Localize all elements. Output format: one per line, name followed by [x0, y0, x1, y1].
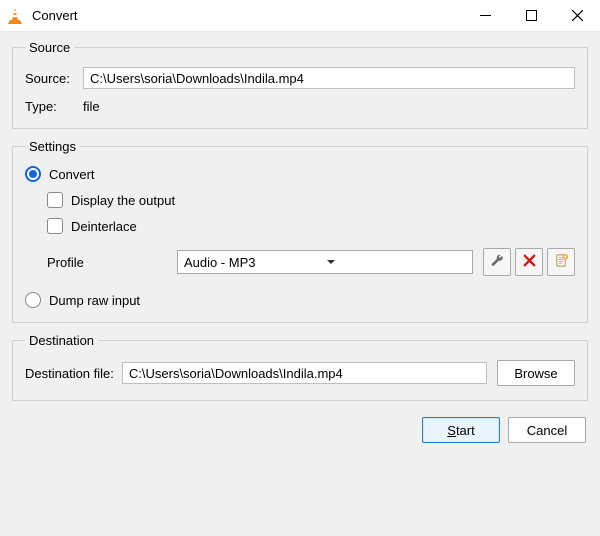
type-value: file [83, 99, 100, 114]
browse-button[interactable]: Browse [497, 360, 575, 386]
convert-radio-row[interactable]: Convert [25, 166, 575, 182]
convert-radio[interactable] [25, 166, 41, 182]
profile-select[interactable]: Audio - MP3 [177, 250, 473, 274]
source-label: Source: [25, 71, 83, 86]
chevron-down-icon [326, 255, 468, 270]
edit-profile-button[interactable] [483, 248, 511, 276]
delete-profile-button[interactable] [515, 248, 543, 276]
settings-group: Settings Convert Display the output Dein… [12, 139, 588, 323]
dialog-content: Source Source: Type: file Settings Conve… [0, 32, 600, 453]
titlebar: Convert [0, 0, 600, 32]
dump-raw-row[interactable]: Dump raw input [25, 292, 575, 308]
new-document-icon [554, 253, 569, 271]
dump-raw-radio[interactable] [25, 292, 41, 308]
source-legend: Source [25, 40, 74, 55]
close-button[interactable] [554, 0, 600, 32]
window-title: Convert [32, 8, 78, 23]
display-output-checkbox[interactable] [47, 192, 63, 208]
vlc-cone-icon [6, 7, 24, 25]
type-label: Type: [25, 99, 83, 114]
destination-file-label: Destination file: [25, 366, 114, 381]
profile-value: Audio - MP3 [184, 255, 326, 270]
close-icon [522, 253, 537, 271]
convert-label: Convert [49, 167, 95, 182]
wrench-icon [490, 253, 505, 271]
profile-label: Profile [47, 255, 177, 270]
dialog-footer: Start Cancel [12, 411, 588, 443]
minimize-button[interactable] [462, 0, 508, 32]
deinterlace-checkbox[interactable] [47, 218, 63, 234]
maximize-button[interactable] [508, 0, 554, 32]
cancel-button[interactable]: Cancel [508, 417, 586, 443]
new-profile-button[interactable] [547, 248, 575, 276]
display-output-label: Display the output [71, 193, 175, 208]
destination-group: Destination Destination file: Browse [12, 333, 588, 401]
source-group: Source Source: Type: file [12, 40, 588, 129]
deinterlace-row[interactable]: Deinterlace [47, 218, 575, 234]
start-button[interactable]: Start [422, 417, 500, 443]
settings-legend: Settings [25, 139, 80, 154]
source-input[interactable] [83, 67, 575, 89]
destination-legend: Destination [25, 333, 98, 348]
dump-raw-label: Dump raw input [49, 293, 140, 308]
display-output-row[interactable]: Display the output [47, 192, 575, 208]
destination-file-input[interactable] [122, 362, 487, 384]
deinterlace-label: Deinterlace [71, 219, 137, 234]
